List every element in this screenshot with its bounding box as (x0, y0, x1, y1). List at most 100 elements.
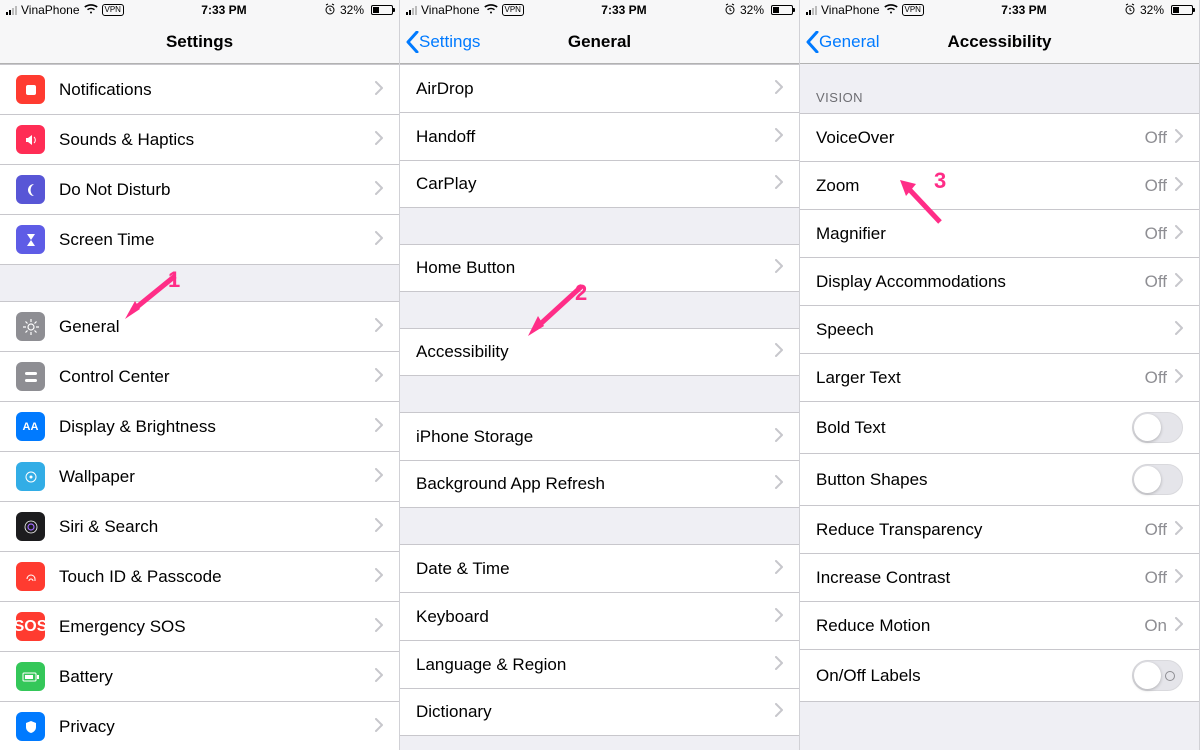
accessibility-row[interactable]: Button Shapes (800, 453, 1199, 505)
list-row[interactable]: Background App Refresh (400, 460, 799, 508)
row-label: Reduce Transparency (816, 520, 1145, 540)
settings-list[interactable]: Notifications Sounds & Haptics Do Not Dist… (0, 64, 399, 750)
list-row[interactable]: Home Button (400, 244, 799, 292)
accessibility-row[interactable]: Reduce TransparencyOff (800, 505, 1199, 553)
list-row[interactable]: CarPlay (400, 160, 799, 208)
settings-row-a1[interactable]: Sounds & Haptics (0, 114, 399, 164)
carrier-label: VinaPhone (421, 3, 480, 17)
list-row[interactable]: Date & Time (400, 544, 799, 592)
toggle-switch[interactable] (1132, 412, 1183, 443)
accessibility-row[interactable]: Larger TextOff (800, 353, 1199, 401)
page-title: General (568, 32, 631, 52)
chevron-right-icon (375, 617, 383, 637)
chevron-right-icon (375, 367, 383, 387)
row-label: Language & Region (416, 655, 775, 675)
row-value: On (1144, 616, 1167, 636)
settings-row-a3[interactable]: Screen Time (0, 214, 399, 265)
screen-settings: VinaPhone VPN 7:33 PM 32% Settings Notif… (0, 0, 400, 750)
signal-icon (406, 5, 417, 15)
back-label: Settings (419, 32, 480, 52)
sos-icon: SOS (16, 612, 45, 641)
chevron-right-icon (375, 180, 383, 200)
accessibility-row[interactable]: VoiceOverOff (800, 113, 1199, 161)
list-row[interactable]: Accessibility (400, 328, 799, 376)
row-label: Battery (59, 667, 375, 687)
back-button[interactable]: Settings (406, 20, 480, 63)
row-value: Off (1145, 368, 1167, 388)
accessibility-row[interactable]: Increase ContrastOff (800, 553, 1199, 601)
gear-icon (16, 312, 45, 341)
battery-icon (768, 5, 793, 15)
chevron-right-icon (775, 342, 783, 362)
list-row[interactable]: Handoff (400, 112, 799, 160)
list-row[interactable]: Keyboard (400, 592, 799, 640)
accessibility-row[interactable]: Display AccommodationsOff (800, 257, 1199, 305)
settings-row-b4[interactable]: Siri & Search (0, 501, 399, 551)
settings-row-b8[interactable]: Privacy (0, 701, 399, 750)
row-label: Notifications (59, 80, 375, 100)
speaker-icon (16, 125, 45, 154)
nav-bar: Settings General (400, 20, 799, 64)
settings-row-b6[interactable]: SOS Emergency SOS (0, 601, 399, 651)
chevron-right-icon (375, 467, 383, 487)
wifi-icon (884, 3, 898, 17)
settings-row-b7[interactable]: Battery (0, 651, 399, 701)
row-label: AirDrop (416, 79, 775, 99)
chevron-right-icon (1175, 320, 1183, 340)
chevron-right-icon (375, 667, 383, 687)
row-label: Dictionary (416, 702, 775, 722)
settings-row-b5[interactable]: Touch ID & Passcode (0, 551, 399, 601)
list-row[interactable]: iPhone Storage (400, 412, 799, 460)
fingerprint-icon (16, 562, 45, 591)
toggle-switch[interactable] (1132, 660, 1183, 691)
chevron-right-icon (375, 417, 383, 437)
brightness-icon: AA (16, 412, 45, 441)
row-label: Sounds & Haptics (59, 130, 375, 150)
accessibility-row[interactable]: MagnifierOff (800, 209, 1199, 257)
chevron-right-icon (1175, 128, 1183, 148)
back-button[interactable]: General (806, 20, 879, 63)
carrier-label: VinaPhone (821, 3, 880, 17)
chevron-right-icon (1175, 176, 1183, 196)
battery-settings-icon (16, 662, 45, 691)
list-row[interactable]: Language & Region (400, 640, 799, 688)
toggle-switch[interactable] (1132, 464, 1183, 495)
accessibility-list[interactable]: VISION VoiceOverOffZoomOffMagnifierOffDi… (800, 64, 1199, 750)
carrier-label: VinaPhone (21, 3, 80, 17)
row-label: Privacy (59, 717, 375, 737)
accessibility-row[interactable]: Bold Text (800, 401, 1199, 453)
row-label: Button Shapes (816, 470, 1132, 490)
chevron-right-icon (1175, 616, 1183, 636)
accessibility-row[interactable]: Speech (800, 305, 1199, 353)
settings-row-b3[interactable]: Wallpaper (0, 451, 399, 501)
general-list[interactable]: AirDrop HandoffCarPlay Home Button Access… (400, 64, 799, 750)
battery-pct: 32% (1140, 3, 1164, 17)
page-title: Settings (166, 32, 233, 52)
chevron-right-icon (1175, 272, 1183, 292)
row-label: Emergency SOS (59, 617, 375, 637)
row-value: Off (1145, 128, 1167, 148)
row-label: Screen Time (59, 230, 375, 250)
list-row[interactable]: Dictionary (400, 688, 799, 736)
battery-pct: 32% (340, 3, 364, 17)
row-label: Larger Text (816, 368, 1145, 388)
settings-row-a0[interactable]: Notifications (0, 64, 399, 114)
settings-row-a2[interactable]: Do Not Disturb (0, 164, 399, 214)
settings-row-b1[interactable]: Control Center (0, 351, 399, 401)
row-value: Off (1145, 568, 1167, 588)
chevron-right-icon (1175, 568, 1183, 588)
accessibility-row[interactable]: On/Off Labels (800, 649, 1199, 702)
row-label: Siri & Search (59, 517, 375, 537)
chevron-right-icon (775, 559, 783, 579)
settings-row-b0[interactable]: General (0, 301, 399, 351)
accessibility-row[interactable]: Reduce MotionOn (800, 601, 1199, 649)
accessibility-row[interactable]: ZoomOff (800, 161, 1199, 209)
signal-icon (6, 5, 17, 15)
row-label: Date & Time (416, 559, 775, 579)
page-title: Accessibility (948, 32, 1052, 52)
list-row[interactable]: AirDrop (400, 64, 799, 112)
settings-row-b2[interactable]: AADisplay & Brightness (0, 401, 399, 451)
row-value: Off (1145, 176, 1167, 196)
battery-icon (368, 5, 393, 15)
chevron-right-icon (375, 517, 383, 537)
